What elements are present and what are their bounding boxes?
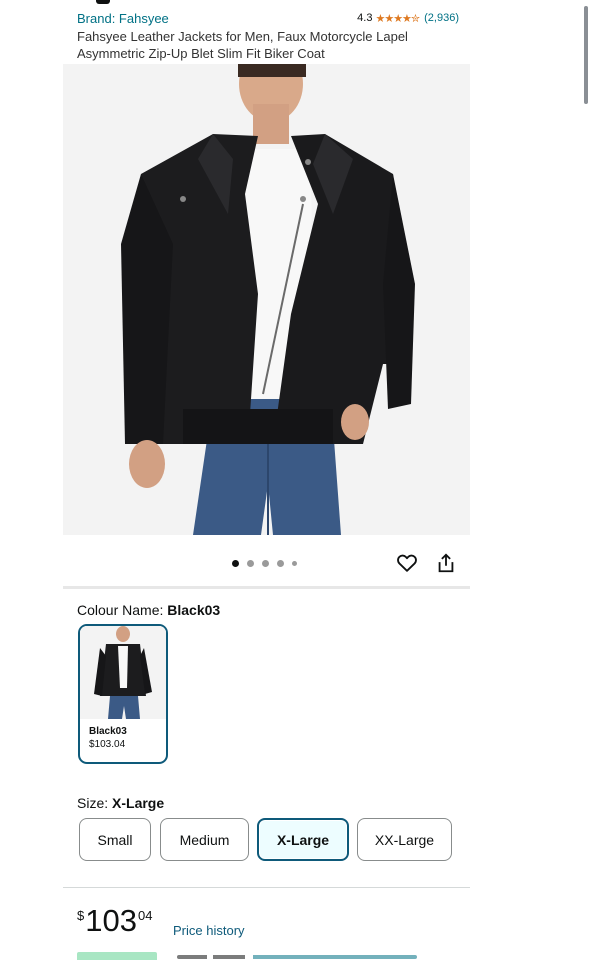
rating-count-link[interactable]: (2,936): [424, 12, 459, 24]
colour-label-text: Colour Name:: [77, 602, 168, 618]
carousel-dot[interactable]: [292, 561, 297, 566]
product-image: [63, 64, 470, 535]
section-divider: [63, 586, 470, 589]
price-display: $ 103 04: [77, 903, 152, 939]
rating-summary[interactable]: 4.3 ★★★★✮ (2,936): [357, 12, 459, 25]
size-label: Size: X-Large: [77, 795, 164, 811]
share-button[interactable]: [435, 552, 457, 574]
size-selected-value: X-Large: [112, 795, 165, 811]
colour-swatch-black03[interactable]: Black03 $103.04: [78, 624, 168, 764]
size-option-x-large[interactable]: X-Large: [257, 818, 349, 861]
product-header: Brand: Fahsyee 4.3 ★★★★✮ (2,936) Fahsyee…: [77, 9, 459, 62]
price-fraction: 04: [137, 908, 153, 923]
size-label-text: Size:: [77, 795, 113, 811]
share-icon: [438, 553, 454, 573]
price-whole: 103: [85, 903, 137, 938]
colour-name-label: Colour Name: Black03: [77, 602, 220, 618]
swatch-name: Black03: [89, 726, 127, 737]
carousel-dot[interactable]: [232, 560, 239, 567]
savings-badge: [77, 952, 157, 960]
size-option-small[interactable]: Small: [79, 818, 151, 861]
top-edge: [96, 0, 110, 4]
section-divider: [63, 887, 470, 888]
cutoff-text: [177, 955, 417, 959]
colour-selected-value: Black03: [167, 602, 221, 618]
brand-link[interactable]: Brand: Fahsyee: [77, 11, 169, 26]
size-option-medium[interactable]: Medium: [160, 818, 249, 861]
carousel-dot[interactable]: [262, 560, 269, 567]
price-currency-symbol: $: [77, 908, 85, 923]
image-carousel-indicator[interactable]: [232, 560, 297, 567]
wishlist-button[interactable]: [396, 552, 418, 574]
carousel-dot[interactable]: [247, 560, 254, 567]
rating-value: 4.3: [357, 12, 373, 24]
brand-rating-row: Brand: Fahsyee 4.3 ★★★★✮ (2,936): [77, 9, 459, 27]
scrollbar[interactable]: [584, 6, 588, 104]
heart-icon: [397, 554, 417, 572]
swatch-thumbnail: [80, 626, 166, 719]
star-rating-icon: ★★★★✮: [375, 12, 420, 25]
price-history-link[interactable]: Price history: [173, 923, 245, 938]
carousel-dot[interactable]: [277, 560, 284, 567]
product-image-gallery[interactable]: [63, 64, 470, 535]
size-option-xx-large[interactable]: XX-Large: [357, 818, 452, 861]
swatch-price: $103.04: [89, 739, 126, 750]
cutoff-offer-row: [77, 952, 417, 960]
product-title: Fahsyee Leather Jackets for Men, Faux Mo…: [77, 29, 408, 61]
